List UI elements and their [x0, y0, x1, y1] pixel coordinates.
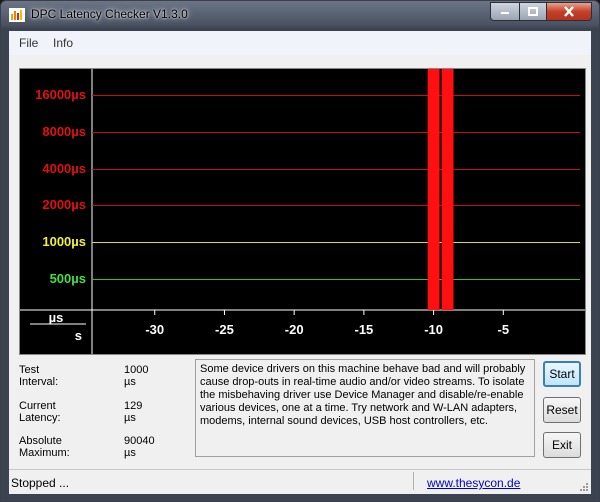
status-text: Stopped ... [11, 476, 70, 490]
x-tick-label: -25 [215, 322, 234, 337]
y-tick-label: 1000µs [42, 234, 86, 249]
test-interval-label: Test Interval: [19, 364, 59, 388]
latency-bar [441, 69, 454, 310]
y-tick-label: 8000µs [42, 124, 86, 139]
app-window: DPC Latency Checker V1.3.0 File Info 160… [0, 0, 600, 502]
website-link[interactable]: www.thesycon.de [427, 476, 520, 490]
close-button[interactable] [546, 2, 592, 21]
latency-chart-svg: 16000µs 8000µs 4000µs 2000µs 1000µs 500µs -30 -… [20, 69, 585, 354]
menu-file[interactable]: File [19, 36, 38, 50]
latency-chart: 16000µs 8000µs 4000µs 2000µs 1000µs 500µs -30 -… [19, 68, 586, 355]
status-divider [413, 472, 414, 490]
title-bar[interactable]: DPC Latency Checker V1.3.0 [1, 1, 599, 29]
status-bar: Stopped ... www.thesycon.de [9, 469, 591, 494]
current-latency-value: 129 µs [124, 400, 143, 424]
client-area: File Info 16000µs 8000µs 4000µs 2000µs 1000µ… [9, 31, 591, 494]
exit-button[interactable]: Exit [543, 432, 581, 458]
absolute-max-label: Absolute Maximum: [19, 435, 70, 459]
x-tick-label: -10 [424, 322, 443, 337]
current-latency-label: Current Latency: [19, 400, 61, 424]
app-icon [9, 8, 25, 22]
reset-button[interactable]: Reset [543, 397, 581, 423]
minimize-button[interactable] [490, 2, 520, 21]
info-text-box: Some device drivers on this machine beha… [195, 359, 535, 457]
x-tick-label: -20 [285, 322, 304, 337]
resize-grip-icon[interactable] [579, 482, 589, 492]
absolute-max-value: 90040 µs [124, 435, 155, 459]
y-tick-label: 2000µs [42, 197, 86, 212]
test-interval-value: 1000 µs [124, 364, 149, 388]
y-unit-label: µs [49, 310, 64, 325]
x-unit-label: s [75, 328, 82, 343]
x-tick-label: -5 [498, 322, 510, 337]
y-tick-label: 16000µs [35, 87, 86, 102]
menu-info[interactable]: Info [53, 36, 73, 50]
latency-bar [427, 69, 440, 310]
y-tick-label: 4000µs [42, 161, 86, 176]
window-title: DPC Latency Checker V1.3.0 [31, 7, 188, 21]
maximize-button[interactable] [519, 2, 547, 21]
x-tick-label: -15 [354, 322, 373, 337]
y-tick-label: 500µs [50, 271, 86, 286]
x-tick-label: -30 [145, 322, 164, 337]
maximize-icon [528, 7, 538, 16]
minimize-icon [501, 11, 509, 14]
start-button[interactable]: Start [543, 361, 581, 387]
close-icon [564, 6, 574, 17]
menu-bar: File Info [9, 31, 591, 55]
